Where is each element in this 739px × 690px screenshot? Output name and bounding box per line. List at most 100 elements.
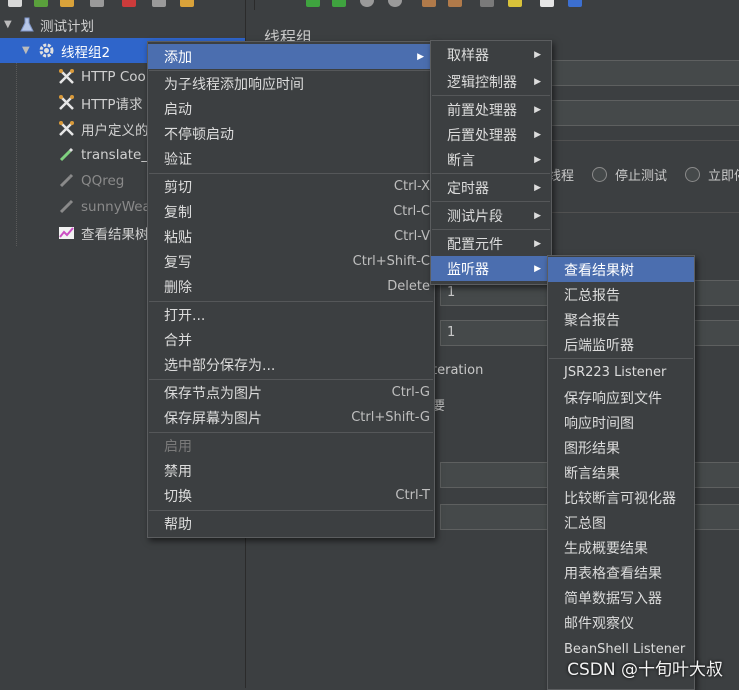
listener-mailer-visualizer[interactable]: 邮件观察仪: [548, 610, 694, 635]
function-helper-icon[interactable]: [540, 0, 554, 7]
tree-item-label: 测试计划: [40, 18, 94, 35]
menu-item-validate[interactable]: 验证: [148, 146, 434, 171]
submenu-item-config-element[interactable]: 配置元件 ▶: [431, 231, 551, 256]
clear-all-icon[interactable]: [448, 0, 462, 7]
paste-icon[interactable]: [180, 0, 194, 7]
listener-assertion-results[interactable]: 断言结果: [548, 460, 694, 485]
submenu-item-sampler[interactable]: 取样器 ▶: [431, 42, 551, 67]
submenu-item-test-fragment[interactable]: 测试片段 ▶: [431, 203, 551, 228]
menu-item-disable[interactable]: 禁用: [148, 458, 434, 483]
help-icon[interactable]: [568, 0, 582, 7]
new-icon[interactable]: [8, 0, 22, 7]
radio-label: 立即停: [708, 169, 739, 184]
menu-item-label: 响应时间图: [564, 415, 634, 432]
submenu-item-timer[interactable]: 定时器 ▶: [431, 175, 551, 200]
pipette-icon: [57, 172, 75, 190]
tree-item-label: translate_b: [81, 146, 157, 163]
listener-response-time-graph[interactable]: 响应时间图: [548, 410, 694, 435]
menu-item-paste[interactable]: 粘贴 Ctrl-V: [148, 224, 434, 249]
start-icon[interactable]: [306, 0, 320, 7]
listener-graph-results[interactable]: 图形结果: [548, 435, 694, 460]
open-icon[interactable]: [60, 0, 74, 7]
submenu-item-assertion[interactable]: 断言 ▶: [431, 147, 551, 172]
menu-item-enable: 启用: [148, 433, 434, 458]
tree-item-label: HTTP Coo: [81, 68, 146, 85]
menu-item-label: 删除: [164, 279, 192, 296]
menu-item-start-no-pause[interactable]: 不停顿启动: [148, 121, 434, 146]
listener-backend-listener[interactable]: 后端监听器: [548, 332, 694, 357]
menu-item-save-node-image[interactable]: 保存节点为图片 Ctrl-G: [148, 380, 434, 405]
tree-item-test-plan[interactable]: ▼ 测试计划: [0, 12, 245, 37]
menu-separator: [432, 95, 550, 96]
search-icon[interactable]: [480, 0, 494, 7]
submenu-arrow-icon: ▶: [534, 129, 541, 140]
radio-stop-now[interactable]: 立即停: [685, 165, 739, 184]
chevron-down-icon[interactable]: ▼: [4, 19, 12, 30]
menu-item-label: 用表格查看结果: [564, 565, 662, 582]
menu-item-start[interactable]: 启动: [148, 96, 434, 121]
reset-search-icon[interactable]: [508, 0, 522, 7]
listener-summary-report[interactable]: 汇总报告: [548, 282, 694, 307]
menu-item-shortcut: Ctrl-C: [393, 204, 430, 219]
menu-item-label: 保存响应到文件: [564, 390, 662, 407]
menu-item-toggle[interactable]: 切换 Ctrl-T: [148, 483, 434, 508]
menu-item-label: 复制: [164, 204, 192, 221]
radio-stop-test[interactable]: 停止测试: [592, 165, 667, 184]
menu-item-label: 汇总图: [564, 515, 606, 532]
menu-separator: [432, 229, 550, 230]
listener-generate-summary-results[interactable]: 生成概要结果: [548, 535, 694, 560]
menu-item-add[interactable]: 添加 ▶: [148, 44, 434, 69]
wrench-icon: [57, 68, 75, 86]
listener-submenu: 查看结果树 汇总报告 聚合报告 后端监听器 JSR223 Listener 保存…: [547, 255, 695, 690]
listener-comparison-assertion-visualizer[interactable]: 比较断言可视化器: [548, 485, 694, 510]
ramp-up-value: 1: [447, 325, 456, 340]
menu-item-help[interactable]: 帮助: [148, 511, 434, 536]
menu-item-open[interactable]: 打开...: [148, 302, 434, 327]
menu-item-label: 启动: [164, 101, 192, 118]
menu-item-merge[interactable]: 合并: [148, 327, 434, 352]
menu-item-label: 邮件观察仪: [564, 615, 634, 632]
submenu-item-preprocessor[interactable]: 前置处理器 ▶: [431, 97, 551, 122]
menu-item-add-response-time[interactable]: 为子线程添加响应时间: [148, 71, 434, 96]
menu-item-label: 逻辑控制器: [447, 74, 517, 91]
submenu-item-postprocessor[interactable]: 后置处理器 ▶: [431, 122, 551, 147]
copy-icon[interactable]: [152, 0, 166, 7]
submenu-arrow-icon: ▶: [534, 210, 541, 221]
menu-item-label: 后置处理器: [447, 127, 517, 144]
pipette-icon: [57, 146, 75, 164]
submenu-arrow-icon: ▶: [534, 76, 541, 87]
tree-item-label: sunnyWea: [81, 198, 151, 215]
menu-item-duplicate[interactable]: 复写 Ctrl+Shift-C: [148, 249, 434, 274]
listener-summary-graph[interactable]: 汇总图: [548, 510, 694, 535]
menu-item-label: 不停顿启动: [164, 126, 234, 143]
cut-icon[interactable]: [122, 0, 136, 7]
chevron-down-icon[interactable]: ▼: [22, 45, 30, 56]
start-no-pause-icon[interactable]: [332, 0, 346, 7]
save-icon[interactable]: [90, 0, 104, 7]
clear-icon[interactable]: [422, 0, 436, 7]
submenu-item-listener[interactable]: 监听器 ▶: [431, 256, 551, 281]
menu-item-label: 后端监听器: [564, 337, 634, 354]
stop-icon[interactable]: [360, 0, 374, 7]
menu-item-shortcut: Delete: [387, 279, 430, 294]
listener-aggregate-report[interactable]: 聚合报告: [548, 307, 694, 332]
menu-item-save-selection-as[interactable]: 选中部分保存为...: [148, 352, 434, 377]
menu-item-label: 聚合报告: [564, 312, 620, 329]
listener-jsr223[interactable]: JSR223 Listener: [548, 360, 694, 385]
flask-icon: [18, 16, 36, 34]
radio-circle-icon[interactable]: [592, 167, 607, 182]
templates-icon[interactable]: [34, 0, 48, 7]
menu-item-delete[interactable]: 删除 Delete: [148, 274, 434, 299]
radio-circle-icon[interactable]: [685, 167, 700, 182]
listener-view-results-tree[interactable]: 查看结果树: [548, 257, 694, 282]
shutdown-icon[interactable]: [388, 0, 402, 7]
same-user-each-iteration-label: teration: [432, 363, 484, 378]
listener-save-responses[interactable]: 保存响应到文件: [548, 385, 694, 410]
menu-item-copy[interactable]: 复制 Ctrl-C: [148, 199, 434, 224]
listener-simple-data-writer[interactable]: 简单数据写入器: [548, 585, 694, 610]
menu-item-cut[interactable]: 剪切 Ctrl-X: [148, 174, 434, 199]
menu-item-label: 生成概要结果: [564, 540, 648, 557]
submenu-item-logic-controller[interactable]: 逻辑控制器 ▶: [431, 69, 551, 94]
menu-item-save-screen-image[interactable]: 保存屏幕为图片 Ctrl+Shift-G: [148, 405, 434, 430]
listener-view-results-in-table[interactable]: 用表格查看结果: [548, 560, 694, 585]
